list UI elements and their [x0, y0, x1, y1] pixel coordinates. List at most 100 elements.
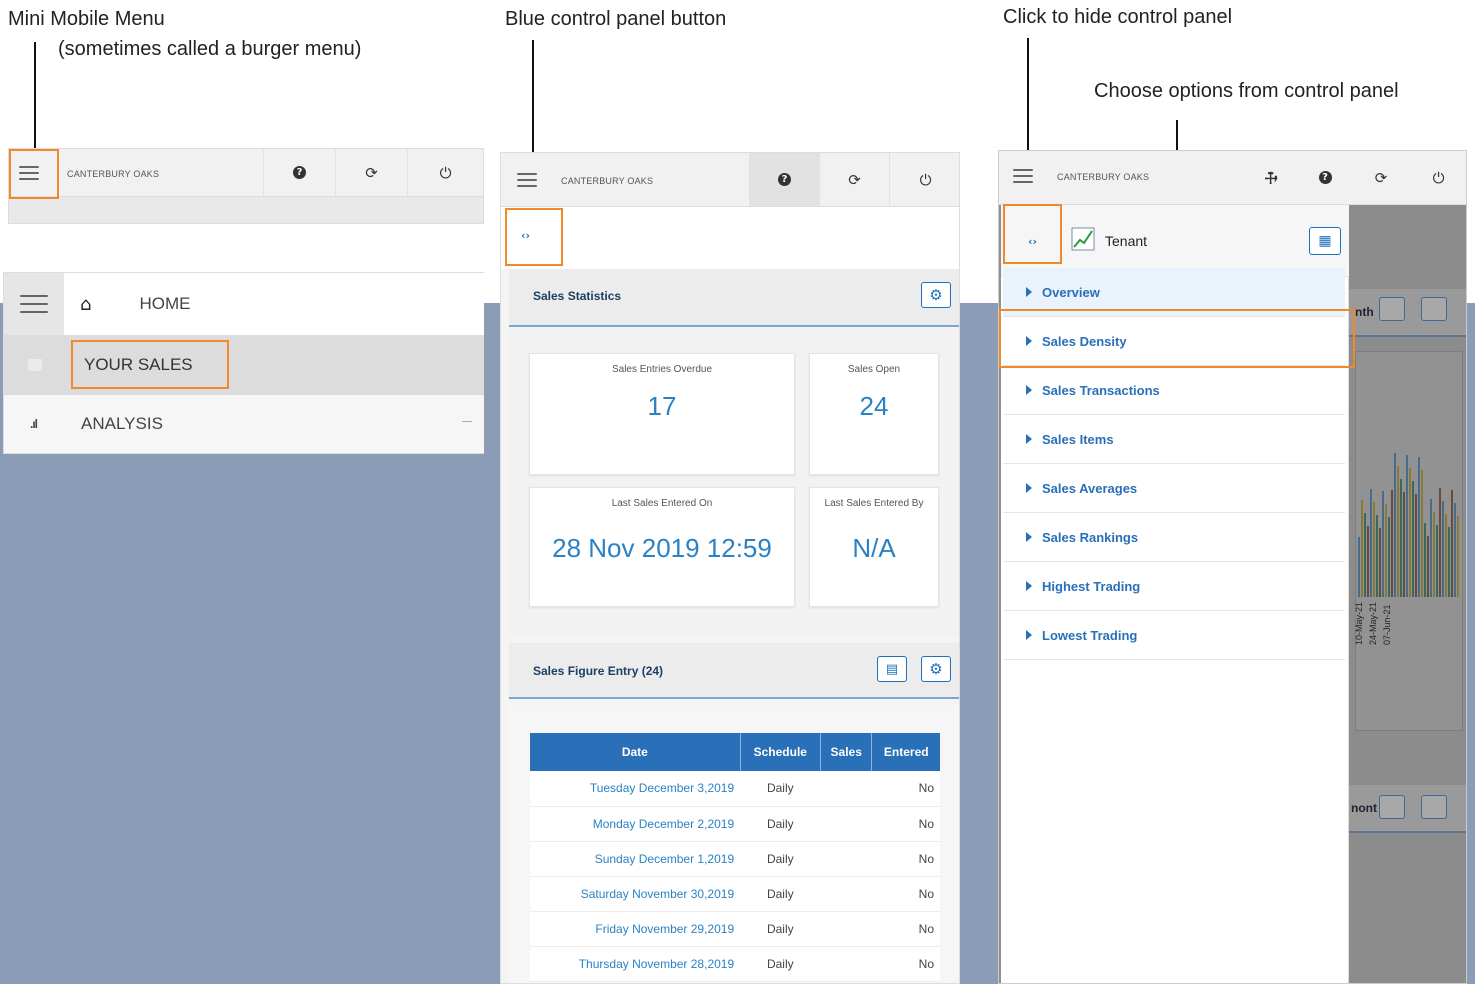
control-panel-toggle-icon[interactable]: ‹›	[1028, 235, 1037, 248]
callout-burger-sub: (sometimes called a burger menu)	[58, 38, 362, 60]
control-panel-item-sales-transactions[interactable]: Sales Transactions	[1003, 366, 1345, 415]
menu-item-your-sales[interactable]: YOUR SALES	[4, 335, 484, 395]
column-header-schedule[interactable]: Schedule	[740, 733, 821, 771]
dimmed-header-text: nth	[1355, 305, 1374, 319]
clipboard-button[interactable]: ▤	[877, 656, 907, 682]
dimmed-date-label: 24-May-21	[1368, 602, 1378, 646]
refresh-button[interactable]: ⟳	[1353, 151, 1409, 204]
date-link[interactable]: Friday November 29,2019	[530, 911, 741, 947]
sales-statistics-header: Sales Statistics ⚙	[509, 269, 959, 327]
hamburger-icon	[1013, 169, 1033, 183]
control-panel-item-sales-density[interactable]: Sales Density	[1003, 317, 1345, 366]
caret-right-icon	[1026, 385, 1032, 395]
table-row[interactable]: Friday November 29,2019 Daily No	[530, 911, 940, 947]
date-link[interactable]: Saturday November 30,2019	[530, 876, 741, 912]
table-row[interactable]: Tuesday December 3,2019 Daily No	[530, 771, 940, 807]
tools-button[interactable]: ⚒	[1245, 151, 1297, 204]
calendar-button[interactable]: ▦	[1309, 227, 1341, 255]
dimmed-bar	[1412, 481, 1414, 597]
column-header-date[interactable]: Date	[530, 733, 741, 771]
item-label: Lowest Trading	[1042, 627, 1138, 643]
hamburger-icon	[20, 295, 48, 313]
date-link[interactable]: Thursday November 28,2019	[530, 946, 741, 982]
power-button[interactable]: ⏻	[1409, 151, 1466, 204]
dimmed-bar	[1394, 453, 1396, 597]
dimmed-bar	[1433, 512, 1435, 597]
dimmed-bar	[1400, 479, 1402, 597]
brand-name: CANTERBURY OAKS	[1057, 172, 1150, 182]
help-button[interactable]: ?	[749, 153, 819, 206]
refresh-button[interactable]: ⟳	[335, 149, 407, 196]
dimmed-bar	[1451, 490, 1453, 597]
stat-card-last-entered-by: Last Sales Entered By N/A	[809, 487, 939, 607]
column-header-entered[interactable]: Entered	[871, 733, 940, 771]
burger-menu-button[interactable]	[517, 173, 537, 187]
help-button[interactable]: ?	[263, 149, 335, 196]
date-link[interactable]: Sunday December 1,2019	[530, 841, 741, 877]
dimmed-bar	[1427, 536, 1429, 597]
entered-cell: No	[871, 806, 940, 842]
settings-button[interactable]: ⚙	[921, 282, 951, 308]
dimmed-bar	[1379, 528, 1381, 597]
control-panel-item-overview[interactable]: Overview	[1003, 268, 1345, 317]
dimmed-bar	[1409, 468, 1411, 597]
table-row[interactable]: Saturday November 30,2019 Daily No	[530, 876, 940, 912]
schedule-cell: Daily	[740, 771, 821, 807]
date-link[interactable]: Monday December 2,2019	[530, 806, 741, 842]
control-panel-item-sales-averages[interactable]: Sales Averages	[1003, 464, 1345, 513]
control-panel-item-lowest-trading[interactable]: Lowest Trading	[1003, 611, 1345, 660]
schedule-cell: Daily	[740, 876, 821, 912]
dimmed-chart-header-2: nont	[1349, 785, 1466, 833]
dimmed-bar	[1415, 494, 1417, 597]
burger-menu-button[interactable]	[1013, 169, 1033, 183]
dimmed-chart: 10-May-21 24-May-21 07-Jun-21	[1354, 351, 1463, 731]
table-row[interactable]: Sunday December 1,2019 Daily No	[530, 841, 940, 877]
dimmed-bar	[1439, 488, 1441, 597]
control-panel-item-highest-trading[interactable]: Highest Trading	[1003, 562, 1345, 611]
control-panel-toggle-icon[interactable]: ‹›	[521, 229, 530, 242]
menu-burger-button[interactable]	[4, 273, 64, 335]
schedule-cell: Daily	[740, 806, 821, 842]
dimmed-bar	[1364, 513, 1366, 597]
menu-item-home[interactable]: ⌂ HOME	[64, 273, 484, 335]
help-button[interactable]: ?	[1297, 151, 1353, 204]
power-button[interactable]: ⏻	[407, 149, 483, 196]
top-bar: CANTERBURY OAKS ? ⟳ ⏻	[501, 153, 959, 207]
stat-label: Last Sales Entered On	[611, 498, 713, 509]
refresh-button[interactable]: ⟳	[819, 153, 889, 206]
dimmed-bar	[1382, 491, 1384, 597]
sales-cell	[820, 806, 872, 842]
dimmed-bar	[1376, 515, 1378, 597]
stat-value: 17	[647, 391, 677, 421]
table-row[interactable]: Thursday November 28,2019 Daily No	[530, 946, 940, 982]
sales-cell	[820, 911, 872, 947]
date-link[interactable]: Tuesday December 3,2019	[530, 771, 741, 807]
dimmed-bar	[1436, 525, 1438, 597]
wrench-icon: ⚒	[1259, 166, 1283, 189]
dimmed-bar	[1418, 457, 1420, 597]
callout-blue-button: Blue control panel button	[505, 8, 727, 30]
sales-icon	[28, 359, 42, 371]
dimmed-bar-chart	[1358, 453, 1459, 597]
settings-button[interactable]: ⚙	[921, 656, 951, 682]
menu-item-analysis[interactable]: .ıl ANALYSIS	[4, 395, 484, 453]
callout-choose-options: Choose options from control panel	[1094, 80, 1399, 102]
dimmed-bar	[1367, 526, 1369, 597]
column-header-sales[interactable]: Sales	[820, 733, 873, 771]
clipboard-icon: ▤	[885, 661, 899, 677]
menu-label-your-sales: YOUR SALES	[84, 355, 193, 374]
caret-right-icon	[1026, 434, 1032, 444]
control-panel-item-sales-rankings[interactable]: Sales Rankings	[1003, 513, 1345, 562]
control-panel-item-sales-items[interactable]: Sales Items	[1003, 415, 1345, 464]
power-icon: ⏻	[439, 163, 452, 182]
dimmed-bar	[1403, 492, 1405, 597]
dimmed-help-icon	[1379, 795, 1405, 819]
hamburger-icon	[517, 173, 537, 187]
dimmed-bar	[1385, 504, 1387, 597]
sales-figure-entry-header: Sales Figure Entry (24) ▤ ⚙	[509, 643, 959, 699]
stat-card-last-entered-on: Last Sales Entered On 28 Nov 2019 12:59	[529, 487, 795, 607]
power-button[interactable]: ⏻	[889, 153, 959, 206]
burger-menu-button[interactable]	[19, 166, 39, 180]
table-row[interactable]: Monday December 2,2019 Daily No	[530, 806, 940, 842]
caret-right-icon	[1026, 581, 1032, 591]
